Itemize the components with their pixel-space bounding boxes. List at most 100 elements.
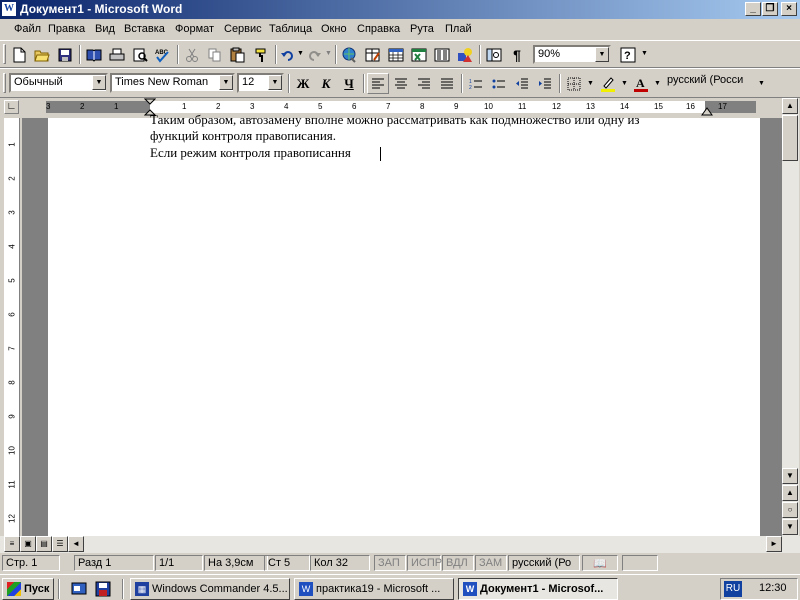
- toolbar-grip[interactable]: [3, 44, 6, 64]
- help-icon[interactable]: ?: [617, 44, 639, 65]
- align-center-icon[interactable]: [390, 73, 412, 94]
- menu-tools[interactable]: Сервис: [224, 23, 262, 35]
- toolbar-options-icon[interactable]: ▼: [758, 80, 765, 87]
- vertical-ruler[interactable]: 1 2 3 4 5 6 7 8 9 10 11 12: [4, 118, 20, 536]
- language-indicator[interactable]: RU: [724, 581, 742, 597]
- scroll-down-icon[interactable]: ▼: [782, 468, 798, 484]
- menu-format[interactable]: Формат: [175, 23, 214, 35]
- show-formatting-icon[interactable]: ¶: [506, 44, 528, 65]
- print-preview-icon[interactable]: [129, 44, 151, 65]
- clock[interactable]: 12:30: [759, 582, 787, 594]
- web-layout-icon[interactable]: ▣: [20, 536, 36, 552]
- font-dropdown-icon[interactable]: ▼: [219, 75, 233, 90]
- redo-icon[interactable]: [307, 44, 323, 65]
- word-app-icon[interactable]: W: [2, 2, 16, 16]
- close-button[interactable]: ×: [781, 2, 797, 16]
- status-pages[interactable]: 1/1: [155, 555, 203, 571]
- horizontal-scrollbar[interactable]: ≡ ▣ ▤ ☰ ◄ ►: [0, 536, 800, 553]
- language-select[interactable]: русский (Росси: [664, 73, 756, 93]
- next-page-icon[interactable]: ▼: [782, 519, 798, 535]
- start-button[interactable]: Пуск: [2, 578, 54, 600]
- menu-insert[interactable]: Вставка: [124, 23, 165, 35]
- align-left-icon[interactable]: [367, 73, 389, 94]
- underline-button[interactable]: Ч: [338, 73, 360, 94]
- style-select[interactable]: Обычный ▼: [9, 73, 108, 93]
- font-select[interactable]: Times New Roman ▼: [110, 73, 235, 93]
- italic-button[interactable]: К: [315, 73, 337, 94]
- undo-icon[interactable]: [279, 44, 295, 65]
- drawing-icon[interactable]: [454, 44, 476, 65]
- status-track-changes[interactable]: ИСПР: [407, 555, 442, 571]
- menu-file[interactable]: Файл: [14, 23, 41, 35]
- font-color-icon[interactable]: A: [630, 73, 652, 94]
- columns-icon[interactable]: [431, 44, 453, 65]
- open-folder-icon[interactable]: [31, 44, 53, 65]
- menu-play[interactable]: Плай: [445, 23, 472, 35]
- document-page[interactable]: Таким образом, автозамену вполне можно р…: [48, 112, 760, 536]
- task-windows-commander[interactable]: ▦ Windows Commander 4.5...: [130, 578, 290, 600]
- title-bar[interactable]: W Документ1 - Microsoft Word _ ❐ ×: [0, 0, 800, 19]
- vertical-scrollbar[interactable]: ▲ ▼ ▲ ○ ▼: [782, 98, 799, 536]
- insert-excel-icon[interactable]: [408, 44, 430, 65]
- font-size-select[interactable]: 12 ▼: [237, 73, 284, 93]
- status-section[interactable]: Разд 1: [74, 555, 154, 571]
- toolbar-options-icon[interactable]: ▼: [641, 50, 648, 57]
- right-indent-marker-icon[interactable]: [701, 107, 713, 116]
- status-column[interactable]: Кол 32: [310, 555, 370, 571]
- menu-view[interactable]: Вид: [95, 23, 115, 35]
- scroll-thumb[interactable]: [782, 115, 798, 161]
- status-record-macro[interactable]: ЗАП: [374, 555, 406, 571]
- save-quicklaunch-icon[interactable]: [92, 578, 114, 599]
- highlight-dropdown-icon[interactable]: ▼: [621, 80, 628, 87]
- numbering-icon[interactable]: 12: [465, 73, 487, 94]
- bold-button[interactable]: Ж: [292, 73, 314, 94]
- format-painter-icon[interactable]: [250, 44, 272, 65]
- bullets-icon[interactable]: [488, 73, 510, 94]
- status-line[interactable]: Ст 5: [264, 555, 310, 571]
- permission-icon[interactable]: [83, 44, 105, 65]
- task-document1-word[interactable]: W Документ1 - Microsof...: [458, 578, 618, 600]
- undo-dropdown-icon[interactable]: ▼: [297, 50, 304, 57]
- select-browse-object-icon[interactable]: ○: [782, 502, 798, 518]
- menu-edit[interactable]: Правка: [48, 23, 85, 35]
- tab-selector-icon[interactable]: ∟: [4, 100, 19, 114]
- toolbar-grip[interactable]: [3, 73, 6, 93]
- font-size-dropdown-icon[interactable]: ▼: [268, 75, 282, 90]
- paste-icon[interactable]: [227, 44, 249, 65]
- highlight-icon[interactable]: [597, 73, 619, 94]
- status-page[interactable]: Стр. 1: [2, 555, 60, 571]
- spelling-icon[interactable]: ABC: [152, 44, 174, 65]
- status-extend-selection[interactable]: ВДЛ: [442, 555, 474, 571]
- zoom-dropdown-icon[interactable]: ▼: [595, 47, 609, 62]
- status-position[interactable]: На 3,9см: [204, 555, 268, 571]
- menu-window[interactable]: Окно: [321, 23, 347, 35]
- redo-dropdown-icon[interactable]: ▼: [325, 50, 332, 57]
- outline-view-icon[interactable]: ☰: [52, 536, 68, 552]
- print-layout-icon[interactable]: ▤: [36, 536, 52, 552]
- borders-icon[interactable]: [563, 73, 585, 94]
- tables-borders-icon[interactable]: [362, 44, 384, 65]
- decrease-indent-icon[interactable]: [511, 73, 533, 94]
- document-map-icon[interactable]: [483, 44, 505, 65]
- font-color-dropdown-icon[interactable]: ▼: [654, 80, 661, 87]
- maximize-button[interactable]: ❐: [762, 2, 778, 16]
- justify-icon[interactable]: [436, 73, 458, 94]
- cut-icon[interactable]: [181, 44, 203, 65]
- show-desktop-icon[interactable]: [68, 578, 90, 599]
- insert-table-icon[interactable]: [385, 44, 407, 65]
- previous-page-icon[interactable]: ▲: [782, 485, 798, 501]
- borders-dropdown-icon[interactable]: ▼: [587, 80, 594, 87]
- copy-icon[interactable]: [204, 44, 226, 65]
- new-document-icon[interactable]: [8, 44, 30, 65]
- increase-indent-icon[interactable]: [534, 73, 556, 94]
- minimize-button[interactable]: _: [745, 2, 761, 16]
- menu-ruta[interactable]: Рута: [410, 23, 434, 35]
- scroll-right-icon[interactable]: ►: [766, 536, 782, 552]
- style-dropdown-icon[interactable]: ▼: [92, 75, 106, 90]
- task-practice19-word[interactable]: Wпрактика19 - Microsoft ...: [294, 578, 454, 600]
- menu-table[interactable]: Таблица: [269, 23, 312, 35]
- scroll-left-icon[interactable]: ◄: [68, 536, 84, 552]
- normal-view-icon[interactable]: ≡: [4, 536, 20, 552]
- zoom-select[interactable]: 90% ▼: [533, 45, 611, 64]
- print-icon[interactable]: [106, 44, 128, 65]
